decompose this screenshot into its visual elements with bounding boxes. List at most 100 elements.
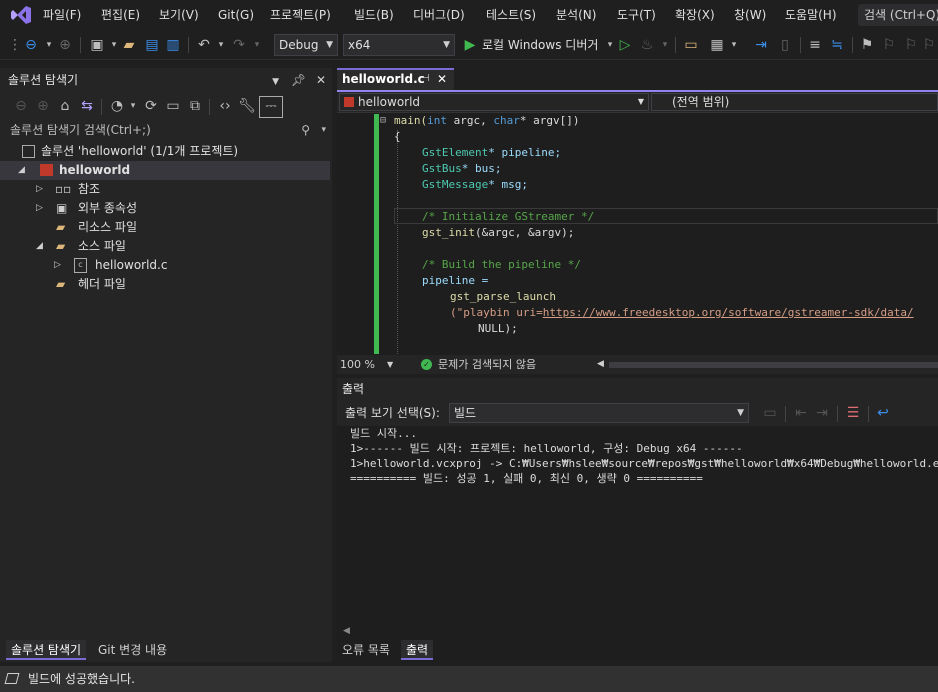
tab-error-list[interactable]: 오류 목록 [337,640,395,660]
collapse-toggle-icon[interactable]: ⊟ [380,113,386,129]
config-select[interactable]: Debug ▼ [274,34,338,56]
expanded-arrow-icon[interactable]: ◢ [18,161,25,180]
code-line[interactable]: gst_init(&argc, &argv); [422,225,574,241]
zoom-level[interactable]: 100 % [340,355,375,374]
hot-reload-dropdown-icon[interactable]: ▾ [656,36,674,54]
forward-icon[interactable]: ⊕ [56,36,74,54]
prev-bookmark-icon[interactable]: ⚐ [880,36,898,54]
next-bookmark-icon[interactable]: ⚐ [902,36,920,54]
find-in-files-icon[interactable]: ▭ [682,36,700,54]
output-source-select[interactable]: 빌드 ▼ [449,403,749,423]
forward-icon[interactable]: ⊕ [34,97,52,115]
menu-view[interactable]: 보기(V) [159,0,199,30]
save-icon[interactable]: ▤ [143,36,161,54]
run-target-label[interactable]: 로컬 Windows 디버거 [482,36,598,54]
code-line[interactable]: /* Build the pipeline */ [422,257,581,273]
zoom-dropdown-icon[interactable]: ▼ [387,355,393,374]
menu-help[interactable]: 도움말(H) [785,0,837,30]
menu-tools[interactable]: 도구(T) [617,0,656,30]
solution-explorer-search[interactable]: 솔루션 탐색기 검색(Ctrl+;) ⚲ ▾ [0,120,332,140]
scroll-left-icon[interactable]: ◀ [597,355,604,374]
show-all-files-icon[interactable]: ⧉ [186,97,204,115]
issues-label[interactable]: 문제가 검색되지 않음 [438,355,536,374]
back-icon[interactable]: ⊖ [22,36,40,54]
undo-dropdown-icon[interactable]: ▾ [212,36,230,54]
menu-window[interactable]: 창(W) [734,0,766,30]
start-debug-icon[interactable]: ▶ [461,36,479,54]
open-folder-icon[interactable]: ▰ [120,36,138,54]
code-line[interactable]: GstElement* pipeline; [422,145,561,161]
sync-icon[interactable]: ⟳ [142,97,160,115]
tree-resource-files[interactable]: ▰ 리소스 파일 [0,218,330,237]
collapsed-arrow-icon[interactable]: ▷ [36,180,43,199]
tab-solution-explorer[interactable]: 솔루션 탐색기 [6,640,87,660]
code-line[interactable]: gst_parse_launch [450,289,556,305]
preview-selected-icon[interactable]: ⎓ [259,96,283,118]
menu-file[interactable]: 파일(F) [43,0,81,30]
breakpoint-icon[interactable]: ▯ [776,36,794,54]
save-all-icon[interactable]: ▥ [164,36,182,54]
tree-helloworld-c[interactable]: ▷ c helloworld.c [0,256,330,275]
clear-bookmarks-icon[interactable]: ⚐ [920,36,938,54]
panel-menu-icon[interactable]: ▼ [272,77,279,87]
collapse-all-icon[interactable]: ▭ [164,97,182,115]
menu-edit[interactable]: 편집(E) [101,0,140,30]
layout-dropdown-icon[interactable]: ▾ [725,36,743,54]
pin-icon[interactable]: 📌︎ [291,73,306,87]
search-options-icon[interactable]: ▾ [321,120,326,140]
tree-solution[interactable]: 솔루션 'helloworld' (1/1개 프로젝트) [0,142,330,161]
menu-test[interactable]: 테스트(S) [486,0,536,30]
redo-icon[interactable]: ↷ [230,36,248,54]
undo-icon[interactable]: ↶ [195,36,213,54]
code-line[interactable]: GstMessage* msg; [422,177,528,193]
pin-icon[interactable]: ⊣ [421,70,430,88]
redo-dropdown-icon[interactable]: ▾ [248,36,266,54]
platform-select[interactable]: x64 ▼ [343,34,455,56]
word-wrap-icon[interactable]: ↩ [874,404,892,422]
pending-dropdown-icon[interactable]: ▾ [124,97,142,115]
find-message-icon[interactable]: ▭ [761,404,779,422]
hot-reload-icon[interactable]: ♨ [638,36,656,54]
member-select[interactable]: (전역 범위) [651,93,938,111]
close-tab-icon[interactable]: ✕ [437,70,447,88]
menu-git[interactable]: Git(G) [218,0,254,30]
menu-extensions[interactable]: 확장(X) [675,0,715,30]
home-icon[interactable]: ⌂ [56,97,74,115]
tree-external-deps[interactable]: ▷ ▣ 외부 종속성 [0,199,330,218]
code-line[interactable]: main(int argc, char* argv[]) [394,113,579,129]
search-icon[interactable]: ⚲ [301,120,310,140]
collapsed-arrow-icon[interactable]: ▷ [36,199,43,218]
tree-project[interactable]: ◢ helloworld [0,161,330,180]
scroll-left-icon[interactable]: ◀ [343,626,350,636]
code-line[interactable]: /* Initialize GStreamer */ [422,209,594,225]
menu-debug[interactable]: 디버그(D) [413,0,465,30]
tree-source-files[interactable]: ◢ ▰ 소스 파일 [0,237,330,256]
tree-header-files[interactable]: ▰ 헤더 파일 [0,275,330,294]
bookmark-icon[interactable]: ⚑ [858,36,876,54]
menu-build[interactable]: 빌드(B) [354,0,394,30]
collapsed-arrow-icon[interactable]: ▷ [54,256,61,275]
scope-select[interactable]: helloworld ▼ [339,93,649,111]
tab-output[interactable]: 출력 [401,640,434,660]
code-line[interactable]: pipeline = [422,273,488,289]
step-icon[interactable]: ⇥ [752,36,770,54]
horizontal-scrollbar[interactable] [609,362,938,368]
uncomment-icon[interactable]: ≒ [828,36,846,54]
tree-references[interactable]: ▷ ▫▫ 참조 [0,180,330,199]
tab-git-changes[interactable]: Git 변경 내용 [93,640,172,660]
code-line[interactable]: ("playbin uri=https://www.freedesktop.or… [450,305,914,321]
back-icon[interactable]: ⊖ [12,97,30,115]
code-line[interactable]: GstBus* bus; [422,161,502,177]
window-layout-icon[interactable]: ▦ [708,36,726,54]
start-without-debug-icon[interactable]: ▷ [616,36,634,54]
code-line[interactable]: { [394,129,401,145]
prev-message-icon[interactable]: ⇤ [792,404,810,422]
menu-project[interactable]: 프로젝트(P) [270,0,331,30]
properties-icon[interactable]: 🔧︎ [238,97,256,115]
global-search-box[interactable]: 검색 (Ctrl+Q) [858,4,938,26]
switch-views-icon[interactable]: ⇆ [78,97,96,115]
expanded-arrow-icon[interactable]: ◢ [36,237,43,256]
tab-helloworld-c[interactable]: helloworld.c ⊣ ✕ [337,68,454,90]
menu-analyze[interactable]: 분석(N) [556,0,596,30]
comment-icon[interactable]: ≡ [806,36,824,54]
